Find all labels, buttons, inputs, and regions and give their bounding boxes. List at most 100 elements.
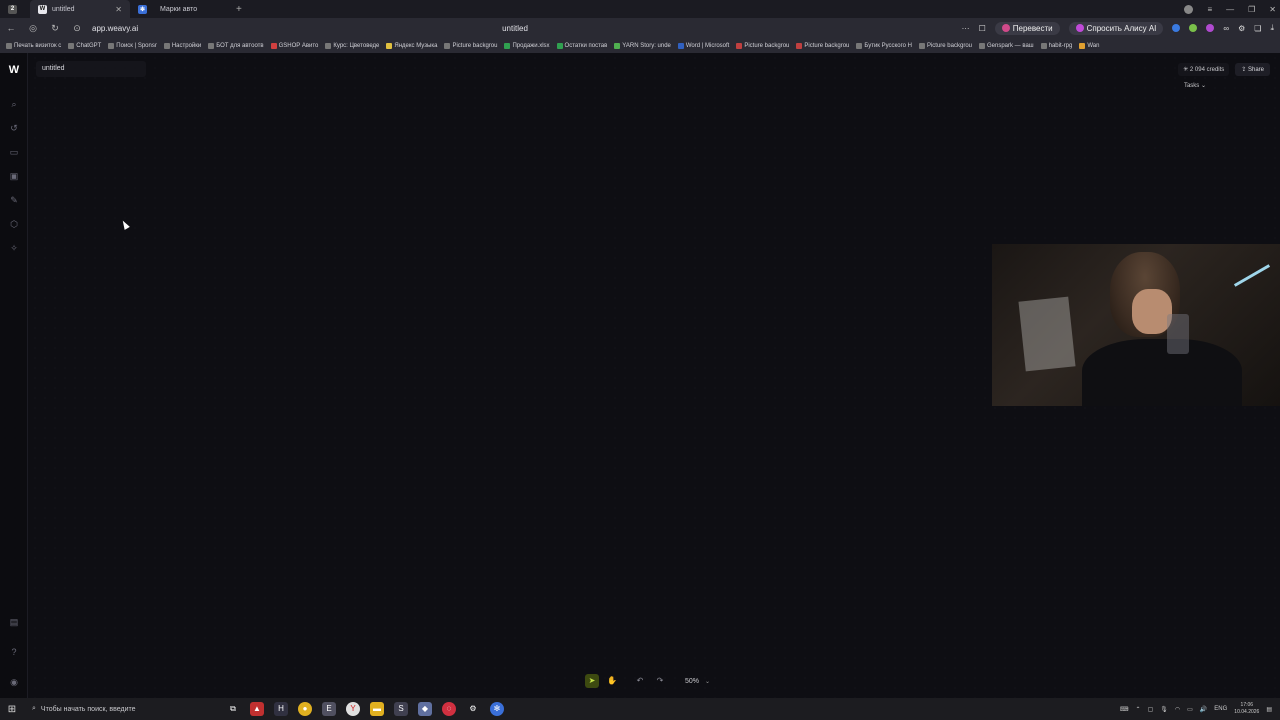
toolbox-icon[interactable]: ▭: [7, 145, 21, 159]
bookmark-item[interactable]: Поиск | Sponsr: [108, 42, 157, 49]
new-tab-icon[interactable]: +: [236, 4, 242, 15]
bookmark-item[interactable]: Picture backgrou: [796, 42, 850, 49]
tray-app-icon[interactable]: ▢: [1148, 706, 1154, 713]
bookmark-item[interactable]: Остатки постав: [556, 42, 607, 49]
undo-icon[interactable]: ↶: [633, 674, 647, 688]
zoom-level[interactable]: 50%: [685, 678, 699, 685]
taskbar-search[interactable]: ⌕ Чтобы начать поиск, введите: [24, 698, 192, 720]
bookmark-item[interactable]: ChatGPT: [68, 42, 101, 49]
app-circle-icon[interactable]: ◌: [442, 702, 456, 716]
bookmark-item[interactable]: Продажи.xlsx: [504, 42, 550, 49]
extension-icon[interactable]: ∞: [1223, 24, 1229, 33]
share-button[interactable]: ⇪ Share: [1235, 63, 1270, 76]
close-icon[interactable]: ✕: [115, 5, 122, 14]
app-blue-icon[interactable]: ✻: [490, 702, 504, 716]
bookmark-favicon-icon: [386, 42, 393, 49]
extensions-icon[interactable]: ⚙: [1238, 24, 1245, 33]
bookmark-item[interactable]: Picture backgrou: [918, 42, 972, 49]
browser-menu[interactable]: 2: [0, 0, 30, 18]
download-icon[interactable]: ⤓: [1270, 23, 1274, 33]
extension-purple-icon[interactable]: [1206, 24, 1215, 32]
microphone-icon[interactable]: 🎙: [1160, 706, 1168, 713]
help-icon[interactable]: ?: [7, 645, 21, 659]
tasks-dropdown[interactable]: Tasks ⌄: [1184, 82, 1206, 89]
bookmark-item[interactable]: Word | Microsoft: [677, 42, 729, 49]
translate-label: Перевести: [1012, 23, 1053, 33]
app-shield-icon[interactable]: ◆: [418, 702, 432, 716]
notifications-icon[interactable]: ▤: [1266, 706, 1272, 713]
bookmark-item[interactable]: GSHOP Авито: [270, 42, 318, 49]
volume-icon[interactable]: 🔊: [1200, 706, 1207, 713]
weavy-canvas[interactable]: W ⌕ ↺ ▭ ▣ ✎ ⬡ ✧ ▤ ? ◉ untitled ✳ 2 094 c…: [0, 53, 1280, 698]
bookmark-item[interactable]: Picture backgrou: [444, 42, 497, 49]
alice-label: Спросить Алису AI: [1086, 23, 1157, 33]
bookmark-item[interactable]: Настройки: [163, 42, 202, 49]
close-window-icon[interactable]: ✕: [1269, 5, 1276, 14]
search-icon[interactable]: ⌕: [7, 97, 21, 111]
bookmark-label: Настройки: [171, 42, 202, 49]
bookmark-label: Picture backgrou: [804, 42, 850, 49]
bookmark-item[interactable]: Яндекс Музыка: [386, 42, 437, 49]
clock[interactable]: 17:06 10.04.2026: [1234, 702, 1259, 716]
discord-icon[interactable]: ◉: [7, 675, 21, 689]
collections-icon[interactable]: ❏: [1254, 24, 1261, 33]
bookmark-item[interactable]: Wan: [1079, 42, 1099, 49]
bookmark-item[interactable]: Бутик Русского Н: [856, 42, 912, 49]
more-icon[interactable]: ···: [962, 24, 970, 33]
network-icon[interactable]: ◠: [1175, 706, 1180, 713]
edit-icon[interactable]: ✎: [7, 193, 21, 207]
webcam-background-object: [1018, 296, 1076, 372]
alice-icon: [1075, 24, 1084, 32]
credits-badge: ✳ 2 094 credits: [1178, 63, 1230, 76]
select-tool-icon[interactable]: ➤: [585, 674, 599, 688]
app-s-icon[interactable]: S: [394, 702, 408, 716]
app-e-icon[interactable]: E: [322, 702, 336, 716]
bookmark-icon[interactable]: ☐: [979, 24, 986, 33]
image-icon[interactable]: ▣: [7, 169, 21, 183]
explorer-icon[interactable]: ▬: [370, 702, 384, 716]
bookmark-label: Picture backgrou: [926, 42, 972, 49]
project-title[interactable]: untitled: [36, 61, 146, 77]
redo-icon[interactable]: ↷: [653, 674, 667, 688]
window-controls: ≡ — ❐ ✕: [1184, 0, 1276, 18]
yandex-browser-icon[interactable]: Y: [346, 702, 360, 716]
settings-icon[interactable]: ⚙: [466, 702, 480, 716]
restore-icon[interactable]: ❐: [1248, 5, 1255, 14]
chevron-down-icon: ⌄: [1200, 83, 1206, 89]
magic-icon[interactable]: ✧: [7, 241, 21, 255]
task-view-icon[interactable]: ⧉: [226, 702, 240, 716]
bookmark-item[interactable]: Печать визиток с: [6, 42, 61, 49]
input-language[interactable]: ENG: [1214, 706, 1227, 712]
bookmark-label: Продажи.xlsx: [512, 42, 550, 49]
extension-blue-icon[interactable]: [1172, 24, 1181, 32]
library-icon[interactable]: ▤: [7, 615, 21, 629]
extension-green-icon[interactable]: [1189, 24, 1198, 32]
bookmark-item[interactable]: Genspark — ваш: [979, 42, 1034, 49]
weavy-logo-icon[interactable]: W: [7, 63, 21, 77]
bookmark-item[interactable]: habit-rpg: [1040, 42, 1072, 49]
app-red-icon[interactable]: ▲: [250, 702, 264, 716]
app-yellow-icon[interactable]: ●: [298, 702, 312, 716]
windows-start-icon[interactable]: ⊞: [0, 704, 24, 715]
alice-button[interactable]: Спросить Алису AI: [1068, 21, 1164, 35]
display-icon[interactable]: ▭: [1187, 706, 1193, 713]
cube-icon[interactable]: ⬡: [7, 217, 21, 231]
tab-marki-avto[interactable]: ✻ Марки авто: [130, 0, 230, 18]
keyboard-icon[interactable]: ⌨: [1120, 706, 1129, 713]
bookmark-item[interactable]: Курс: Цветоведе: [325, 42, 379, 49]
history-icon[interactable]: ↺: [7, 121, 21, 135]
minimize-icon[interactable]: —: [1226, 5, 1234, 14]
top-right-controls: ✳ 2 094 credits ⇪ Share: [1178, 63, 1270, 76]
bookmark-favicon-icon: [325, 42, 332, 49]
bookmark-item[interactable]: БОТ для автоотв: [208, 42, 264, 49]
chevron-down-icon[interactable]: ⌄: [705, 678, 710, 685]
hand-tool-icon[interactable]: ✋: [605, 674, 619, 688]
translate-button[interactable]: Перевести: [994, 21, 1060, 35]
bookmark-item[interactable]: Picture backgrou: [736, 42, 789, 49]
app-h-icon[interactable]: H: [274, 702, 288, 716]
bookmark-item[interactable]: YARN Story: unde: [614, 42, 671, 49]
profile-icon[interactable]: [1184, 4, 1194, 14]
tab-untitled[interactable]: W untitled ✕: [30, 0, 130, 18]
chevron-up-icon[interactable]: ⌃: [1136, 706, 1141, 713]
menu-icon[interactable]: ≡: [1207, 5, 1212, 14]
